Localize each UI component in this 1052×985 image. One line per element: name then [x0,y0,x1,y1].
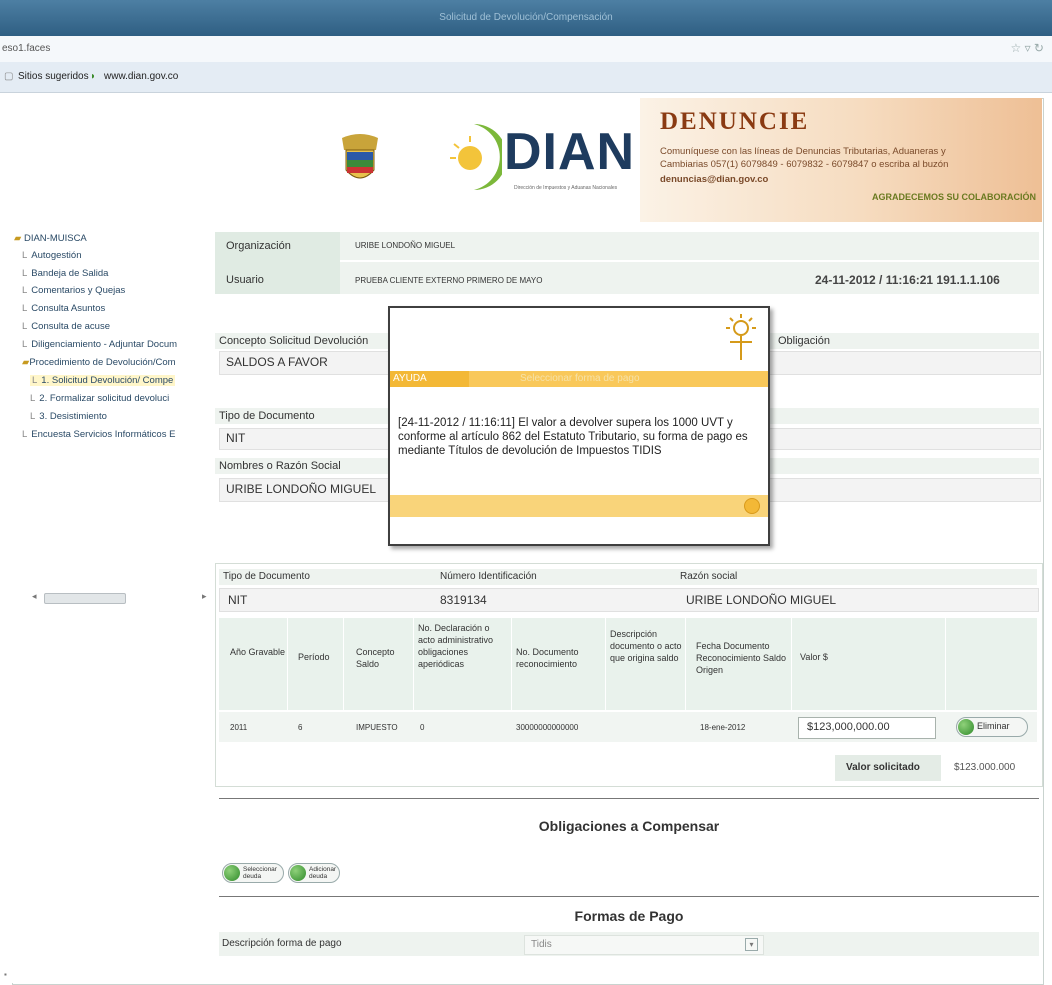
ident-razon-label: Razón social [680,571,738,582]
dian-wordmark: DIAN [504,123,636,181]
coat-of-arms-icon [338,130,382,190]
concepto-label: Concepto Solicitud Devolución [219,335,369,347]
folder-icon: ▢ [4,71,14,82]
star-icon[interactable]: ☆ ▿ ↻ [1010,41,1044,55]
denuncie-line2: Cambiarias 057(1) 6079849 - 6079832 - 60… [660,159,949,170]
td-documento: 30000000000000 [516,723,579,732]
sidebar-item[interactable]: L Diligenciamiento - Adjuntar Docum [22,339,177,350]
sidebar-subitem[interactable]: L 3. Desistimiento [30,411,107,422]
user-value: PRUEBA CLIENTE EXTERNO PRIMERO DE MAYO [355,276,543,285]
scroll-thumb[interactable] [44,593,126,604]
dian-subtitle: Dirección de Impuestos y Aduanas Naciona… [514,185,618,191]
delete-icon [958,719,974,735]
popup-footer [390,495,768,517]
sidebar-root[interactable]: ▰ DIAN-MUISCA [14,233,87,244]
scroll-indicator-icon: ▪ [4,970,7,979]
th-anio: Año Gravable [230,647,286,657]
address-bar[interactable]: eso1.faces ☆ ▿ ↻ [0,36,1052,63]
sidebar-subitem[interactable]: L 2. Formalizar solicitud devoluci [30,393,169,404]
sidebar-subitem-selected[interactable]: L 1. Solicitud Devolución/ Compe [30,375,176,386]
divider [219,896,1039,897]
add-debt-button[interactable]: Adicionar deuda [288,863,340,883]
popup-header: AYUDA Seleccionar forma de pago [390,371,768,387]
url-text[interactable]: eso1.faces [2,43,50,54]
sidebar-item[interactable]: L Bandeja de Salida [22,268,108,279]
denuncie-line1: Comuníquese con las líneas de Denuncias … [660,146,946,157]
folder-icon: ▰ [14,233,22,244]
select-debt-button[interactable]: Seleccionar deuda [222,863,284,883]
td-fecha: 18-ene-2012 [700,723,746,732]
bookmark-sitios[interactable]: Sitios sugeridos [18,71,89,82]
th-periodo: Período [298,652,330,662]
ident-num-label: Número Identificación [440,571,537,582]
pago-label: Descripción forma de pago [222,938,342,949]
help-mascot-icon [720,312,762,362]
concepto-value: SALDOS A FAVOR [226,355,328,369]
sidebar-scrollbar[interactable]: ◂ ▸ [32,591,210,605]
dian-logo: DIAN Dirección de Impuestos y Aduanas Na… [444,114,640,202]
banner: DIAN Dirección de Impuestos y Aduanas Na… [12,98,1042,223]
bookmarks-bar: ▢ Sitios sugeridos ◗ www.dian.gov.co [0,62,1052,93]
sidebar-item-procedimiento[interactable]: ▰Procedimiento de Devolución/Com [22,357,176,368]
ident-tipo-value: NIT [228,593,248,607]
th-fecha: Fecha Documento Reconocimiento Saldo Ori… [696,641,787,675]
denuncie-thanks: AGRADECEMOS SU COLABORACIÓN [871,192,1036,202]
sidebar-item[interactable]: L Consulta Asuntos [22,303,105,314]
nombre-value: URIBE LONDOÑO MIGUEL [226,482,377,496]
popup-title: Seleccionar forma de pago [520,373,640,384]
obligacion-label: Obligación [778,335,830,347]
window-titlebar: Solicitud de Devolución/Compensación [0,0,1052,36]
popup-tag: AYUDA [390,371,469,387]
valor-solicitado-label: Valor solicitado [846,762,920,773]
bookmark-icon: ◗ [90,71,97,82]
divider [219,798,1039,799]
denuncie-banner[interactable]: DENUNCIE Comuníquese con las líneas de D… [640,98,1042,222]
th-concepto: Concepto Saldo [356,647,395,669]
org-value: URIBE LONDOÑO MIGUEL [355,241,456,250]
scroll-left-icon[interactable]: ◂ [32,591,37,602]
add-icon [290,865,306,881]
valor-input[interactable]: $123,000,000.00 [798,717,936,739]
dropdown-arrow-icon[interactable]: ▾ [745,938,758,951]
td-declaracion: 0 [420,723,425,732]
bookmark-dian[interactable]: www.dian.gov.co [104,71,178,82]
sidebar-item[interactable]: L Consulta de acuse [22,321,110,332]
org-label: Organización [226,240,291,252]
ident-tipo-label: Tipo de Documento [223,571,310,582]
scroll-right-icon[interactable]: ▸ [202,591,207,602]
tipo-doc-value: NIT [226,431,246,445]
pago-title: Formas de Pago [574,908,684,924]
th-valor: Valor $ [800,652,828,662]
pago-select[interactable]: Tidis ▾ [524,935,764,955]
window-title: Solicitud de Devolución/Compensación [439,12,613,23]
th-descripcion: Descripción documento o acto que origina… [610,629,682,663]
nombre-label: Nombres o Razón Social [219,460,341,472]
sidebar-item[interactable]: L Autogestión [22,250,81,261]
popup-message: [24-11-2012 / 11:16:11] El valor a devol… [398,417,748,457]
td-concepto: IMPUESTO [356,723,398,732]
obligaciones-title: Obligaciones a Compensar [538,818,720,834]
sidebar-item[interactable]: L Encuesta Servicios Informáticos E [22,429,175,440]
help-popup: AYUDA Seleccionar forma de pago [24-11-2… [388,306,770,546]
sidebar-item[interactable]: L Comentarios y Quejas [22,285,125,296]
ident-num-value: 8319134 [440,593,487,607]
td-periodo: 6 [298,723,303,732]
close-icon[interactable] [744,498,760,514]
valor-solicitado-value: $123.000.000 [954,762,1016,773]
denuncie-title: DENUNCIE [660,108,810,135]
th-documento: No. Documento reconocimiento [516,647,579,669]
session-datetime: 24-11-2012 / 11:16:21 191.1.1.106 [815,273,1000,287]
select-icon [224,865,240,881]
td-anio: 2011 [230,723,248,732]
ident-razon-value: URIBE LONDOÑO MIGUEL [686,593,837,607]
delete-button[interactable]: Eliminar [956,717,1028,737]
user-label: Usuario [226,274,264,286]
tipo-doc-label: Tipo de Documento [219,410,315,422]
denuncie-email[interactable]: denuncias@dian.gov.co [660,174,768,185]
th-declaracion: No. Declaración o acto administrativo ob… [418,623,494,669]
sidebar: ▰ DIAN-MUISCA L Autogestión L Bandeja de S… [12,223,208,983]
